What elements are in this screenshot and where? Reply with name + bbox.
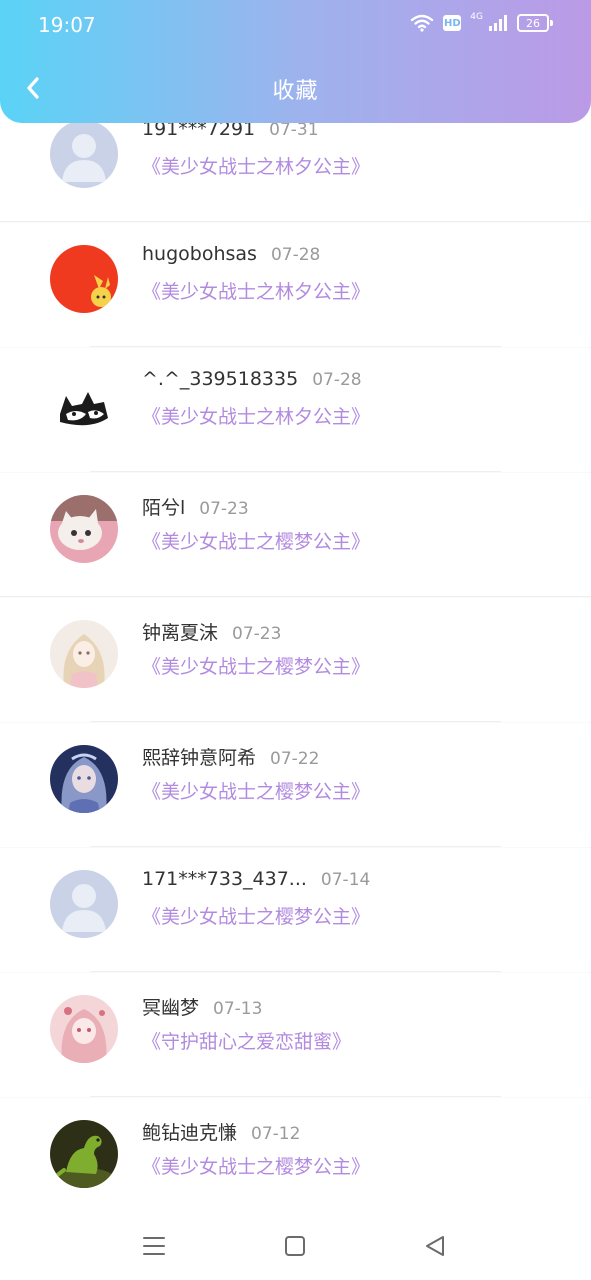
avatar[interactable] bbox=[50, 870, 118, 938]
favorite-date: 07-13 bbox=[213, 999, 263, 1019]
work-title[interactable]: 《美少女战士之林夕公主》 bbox=[142, 277, 370, 304]
kitten-photo-icon bbox=[50, 495, 118, 563]
avatar[interactable] bbox=[50, 245, 118, 313]
signal-icon bbox=[489, 15, 507, 31]
work-title[interactable]: 《美少女战士之林夕公主》 bbox=[142, 402, 370, 429]
user-name: ^.^_339518335 bbox=[142, 368, 299, 390]
list-item[interactable]: ^.^_339518335 07-28 《美少女战士之林夕公主》 bbox=[0, 348, 591, 472]
work-title[interactable]: 《美少女战士之林夕公主》 bbox=[142, 152, 370, 179]
anime-girl-pink-icon bbox=[50, 995, 118, 1063]
sketch-cats-icon bbox=[50, 370, 118, 438]
system-nav-bar bbox=[0, 1213, 591, 1280]
page-title: 收藏 bbox=[272, 79, 319, 104]
anime-girl-blue-icon bbox=[50, 745, 118, 813]
red-cartoon-icon bbox=[50, 245, 118, 313]
user-name: 钟离夏沫 bbox=[142, 622, 219, 644]
hd-badge: HD bbox=[443, 15, 462, 31]
list-item[interactable]: 钟离夏沫 07-23 《美少女战士之樱梦公主》 bbox=[0, 598, 591, 722]
back-triangle-icon[interactable] bbox=[421, 1231, 451, 1261]
user-name: 陌兮l bbox=[142, 497, 186, 519]
favorite-date: 07-22 bbox=[270, 749, 320, 769]
work-title[interactable]: 《美少女战士之樱梦公主》 bbox=[142, 1152, 370, 1179]
list-item[interactable]: 陌兮l 07-23 《美少女战士之樱梦公主》 bbox=[0, 473, 591, 597]
battery-level: 26 bbox=[517, 14, 549, 32]
work-title[interactable]: 《美少女战士之樱梦公主》 bbox=[142, 527, 370, 554]
user-name-row: 鲍钻迪克慊 07-12 bbox=[142, 1118, 300, 1145]
app-header: 19:07 HD 4G 26 收藏 bbox=[0, 0, 591, 123]
list-item[interactable]: hugobohsas 07-28 《美少女战士之林夕公主》 bbox=[0, 223, 591, 347]
favorite-date: 07-23 bbox=[232, 624, 282, 644]
work-title[interactable]: 《美少女战士之樱梦公主》 bbox=[142, 902, 370, 929]
favorite-date: 07-28 bbox=[312, 370, 362, 390]
default-person-icon bbox=[50, 870, 118, 938]
status-icons: HD 4G 26 bbox=[410, 12, 553, 32]
list-item[interactable]: 熙辞钟意阿希 07-22 《美少女战士之樱梦公主》 bbox=[0, 723, 591, 847]
avatar[interactable] bbox=[50, 620, 118, 688]
list-item[interactable]: 171***733_437... 07-14 《美少女战士之樱梦公主》 bbox=[0, 848, 591, 972]
user-name: 熙辞钟意阿希 bbox=[142, 747, 257, 769]
user-name-row: 冥幽梦 07-13 bbox=[142, 993, 262, 1020]
favorite-date: 07-28 bbox=[270, 245, 321, 265]
user-name: 冥幽梦 bbox=[142, 997, 200, 1019]
work-title[interactable]: 《美少女战士之樱梦公主》 bbox=[142, 777, 370, 804]
user-name: 171***733_437... bbox=[142, 868, 307, 890]
home-square-icon[interactable] bbox=[280, 1231, 310, 1261]
avatar[interactable] bbox=[50, 370, 118, 438]
user-name-row: 191***7291 07-31 bbox=[142, 123, 319, 140]
battery-icon: 26 bbox=[517, 14, 553, 32]
status-time: 19:07 bbox=[38, 13, 96, 37]
user-name: 191***7291 bbox=[142, 123, 256, 140]
user-name: hugobohsas bbox=[142, 243, 257, 265]
anime-girl-light-icon bbox=[50, 620, 118, 688]
wifi-icon bbox=[411, 14, 434, 32]
list-item[interactable]: 鲍钻迪克慊 07-12 《美少女战士之樱梦公主》 bbox=[0, 1098, 591, 1213]
favorite-date: 07-23 bbox=[199, 499, 249, 519]
user-name-row: 171***733_437... 07-14 bbox=[142, 868, 370, 890]
user-name: 鲍钻迪克慊 bbox=[142, 1122, 238, 1144]
favorites-list[interactable]: 191***7291 07-31 《美少女战士之林夕公主》 hugobohsas 0… bbox=[0, 123, 591, 1213]
work-title[interactable]: 《美少女战士之樱梦公主》 bbox=[142, 652, 370, 679]
avatar[interactable] bbox=[50, 495, 118, 563]
favorite-date: 07-31 bbox=[269, 123, 319, 140]
avatar[interactable] bbox=[50, 995, 118, 1063]
work-title[interactable]: 《守护甜心之爱恋甜蜜》 bbox=[142, 1027, 351, 1054]
avatar[interactable] bbox=[50, 123, 118, 188]
favorite-date: 07-12 bbox=[251, 1124, 301, 1144]
user-name-row: hugobohsas 07-28 bbox=[142, 243, 320, 265]
list-item[interactable]: 冥幽梦 07-13 《守护甜心之爱恋甜蜜》 bbox=[0, 973, 591, 1097]
avatar[interactable] bbox=[50, 745, 118, 813]
dinosaur-toy-icon bbox=[50, 1120, 118, 1188]
user-name-row: ^.^_339518335 07-28 bbox=[142, 368, 362, 390]
user-name-row: 钟离夏沫 07-23 bbox=[142, 618, 281, 645]
favorite-date: 07-14 bbox=[320, 870, 371, 890]
list-item[interactable]: 191***7291 07-31 《美少女战士之林夕公主》 bbox=[0, 123, 591, 222]
user-name-row: 熙辞钟意阿希 07-22 bbox=[142, 743, 319, 770]
avatar[interactable] bbox=[50, 1120, 118, 1188]
menu-icon[interactable] bbox=[139, 1231, 169, 1261]
network-type: 4G bbox=[470, 12, 483, 22]
default-person-icon bbox=[50, 123, 118, 188]
user-name-row: 陌兮l 07-23 bbox=[142, 493, 249, 520]
